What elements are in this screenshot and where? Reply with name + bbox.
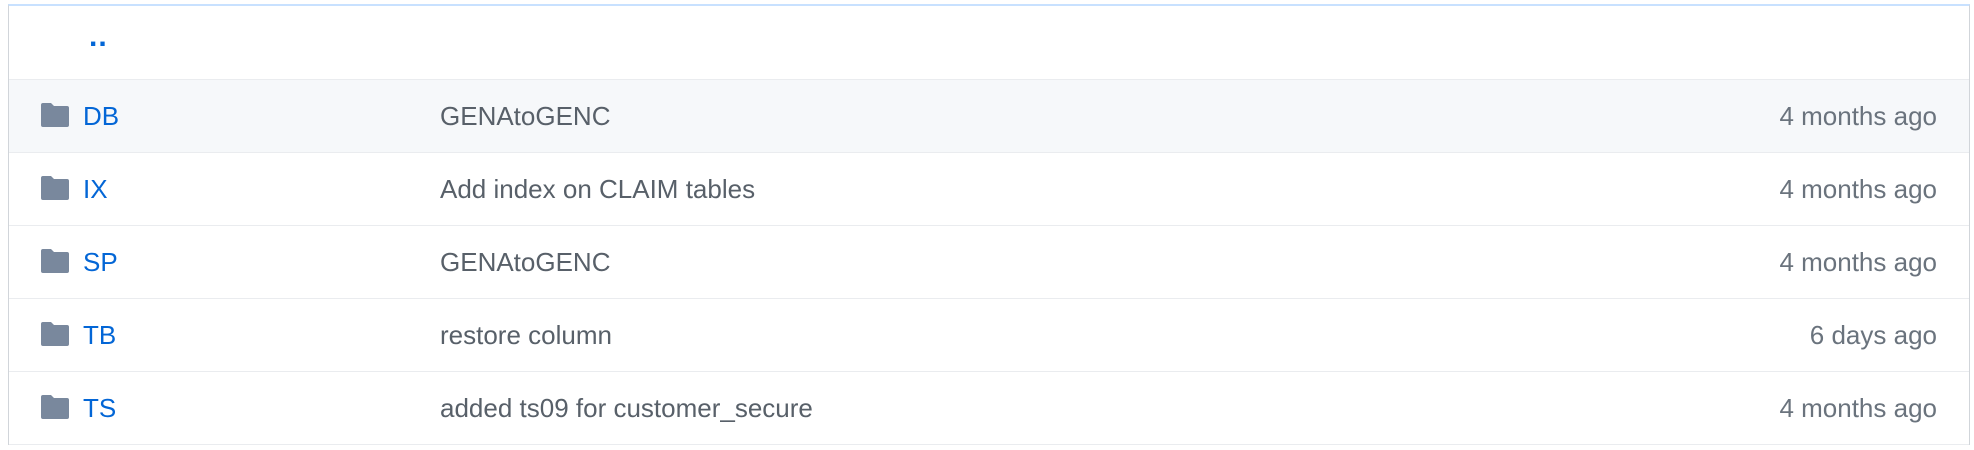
commit-message-link[interactable]: added ts09 for customer_secure (440, 392, 813, 424)
table-row[interactable]: IX Add index on CLAIM tables 4 months ag… (9, 153, 1969, 226)
table-row[interactable]: SP GENAtoGENC 4 months ago (9, 226, 1969, 299)
commit-age: 4 months ago (1779, 174, 1937, 204)
table-row[interactable]: TB restore column 6 days ago (9, 299, 1969, 372)
commit-message-link[interactable]: GENAtoGENC (440, 246, 611, 278)
folder-icon (41, 322, 69, 346)
folder-name-link[interactable]: SP (83, 246, 118, 278)
commit-age: 4 months ago (1779, 247, 1937, 277)
folder-name-link[interactable]: TB (83, 319, 116, 351)
folder-icon (41, 395, 69, 419)
folder-name-link[interactable]: TS (83, 392, 116, 424)
folder-name-link[interactable]: DB (83, 100, 119, 132)
commit-age: 6 days ago (1809, 320, 1937, 350)
table-row[interactable]: DB GENAtoGENC 4 months ago (9, 80, 1969, 153)
table-row[interactable]: TS added ts09 for customer_secure 4 mont… (9, 372, 1969, 445)
parent-directory-link[interactable]: .. (89, 20, 108, 54)
parent-directory-row[interactable]: .. (9, 6, 1969, 80)
folder-icon (41, 176, 69, 200)
commit-message-link[interactable]: restore column (440, 319, 612, 351)
commit-message-link[interactable]: GENAtoGENC (440, 100, 611, 132)
folder-icon (41, 249, 69, 273)
file-list: .. DB GENAtoGENC 4 months ago IX Add ind… (8, 4, 1970, 445)
commit-message-link[interactable]: Add index on CLAIM tables (440, 173, 755, 205)
commit-age: 4 months ago (1779, 393, 1937, 423)
folder-name-link[interactable]: IX (83, 173, 108, 205)
commit-age: 4 months ago (1779, 101, 1937, 131)
folder-icon (41, 103, 69, 127)
